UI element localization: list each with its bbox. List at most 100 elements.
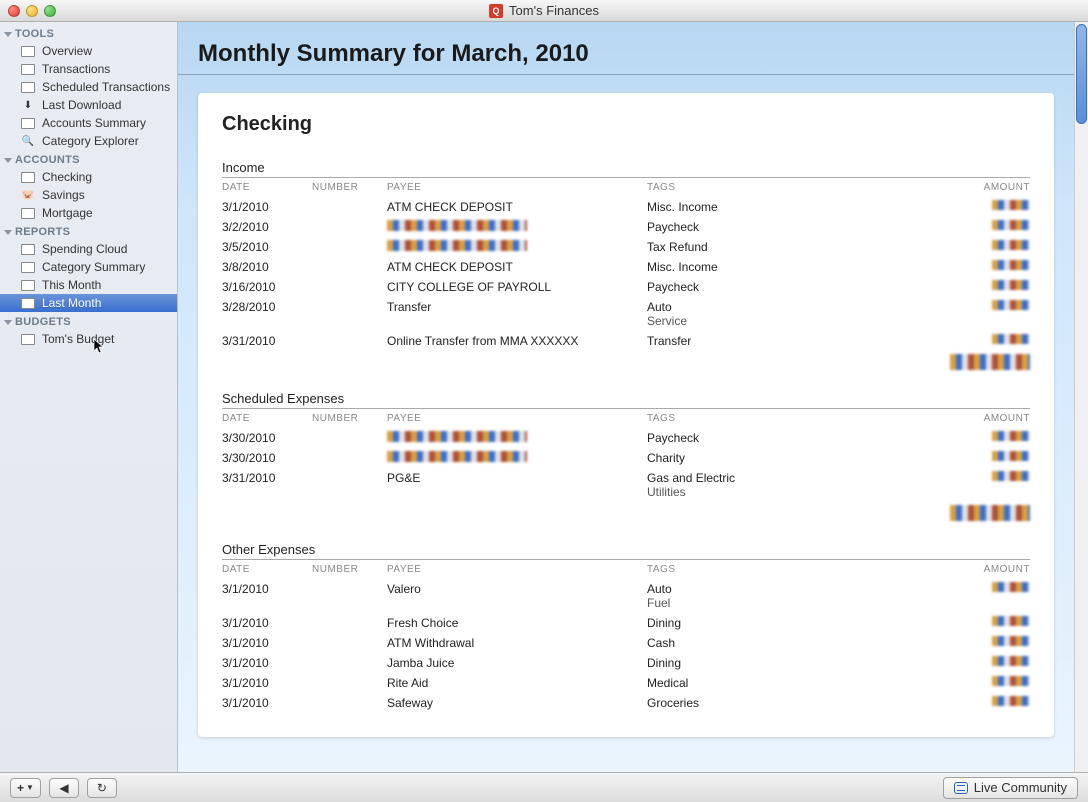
sidebar-item-mortgage[interactable]: Mortgage — [0, 204, 177, 222]
sidebar-item-category-explorer[interactable]: 🔍Category Explorer — [0, 132, 177, 150]
sidebar-item-overview[interactable]: Overview — [0, 42, 177, 60]
sidebar-section-header[interactable]: BUDGETS — [0, 312, 177, 330]
sidebar-item-label: Category Explorer — [42, 134, 139, 148]
sidebar-section-header[interactable]: ACCOUNTS — [0, 150, 177, 168]
checking-icon — [20, 170, 36, 184]
back-icon: ◀ — [59, 781, 68, 795]
scrollbar-thumb[interactable] — [1076, 24, 1087, 124]
column-header-payee: PAYEE — [387, 560, 647, 579]
sidebar-item-spending-cloud[interactable]: Spending Cloud — [0, 240, 177, 258]
table-row[interactable]: 3/8/2010ATM CHECK DEPOSITMisc. Income — [222, 257, 1030, 277]
cell-tags: Dining — [647, 653, 940, 673]
table-row[interactable]: 3/28/2010TransferAutoService — [222, 297, 1030, 331]
cell-payee: Fresh Choice — [387, 613, 647, 633]
column-header-amount: AMOUNT — [940, 178, 1030, 197]
sidebar-item-label: Overview — [42, 44, 92, 58]
sidebar-item-category-summary[interactable]: Category Summary — [0, 258, 177, 276]
table-row[interactable]: 3/1/2010ValeroAutoFuel — [222, 579, 1030, 613]
sidebar-section-header[interactable]: TOOLS — [0, 24, 177, 42]
cell-tags: Tax Refund — [647, 237, 940, 257]
live-community-label: Live Community — [974, 780, 1067, 795]
table-row[interactable]: 3/1/2010Rite AidMedical — [222, 673, 1030, 693]
table-row[interactable]: 3/16/2010CITY COLLEGE OF PAYROLLPaycheck — [222, 277, 1030, 297]
column-header-tags: TAGS — [647, 178, 940, 197]
tag-value: Misc. Income — [647, 200, 940, 214]
cell-amount — [940, 277, 1030, 297]
scrollbar-track[interactable] — [1074, 22, 1088, 772]
sidebar-item-accounts-summary[interactable]: Accounts Summary — [0, 114, 177, 132]
cell-payee — [387, 217, 647, 237]
sidebar-item-last-month[interactable]: Last Month — [0, 294, 177, 312]
sidebar-section-label: BUDGETS — [15, 316, 71, 328]
sidebar-item-label: Last Month — [42, 296, 101, 310]
cell-date: 3/16/2010 — [222, 277, 312, 297]
cell-date: 3/30/2010 — [222, 448, 312, 468]
column-header-tags: TAGS — [647, 409, 940, 428]
tag-value: Paycheck — [647, 431, 940, 445]
obscured-value — [992, 334, 1030, 344]
sidebar-section-header[interactable]: REPORTS — [0, 222, 177, 240]
cell-tags: Groceries — [647, 693, 940, 713]
cell-number — [312, 297, 387, 331]
cell-date: 3/1/2010 — [222, 653, 312, 673]
refresh-button[interactable]: ↻ — [87, 778, 117, 798]
back-button[interactable]: ◀ — [49, 778, 79, 798]
summary-icon — [20, 116, 36, 130]
sidebar-item-label: Last Download — [42, 98, 121, 112]
tag-value: Medical — [647, 676, 940, 690]
add-button[interactable]: + ▼ — [10, 778, 41, 798]
cell-payee: ATM CHECK DEPOSIT — [387, 197, 647, 217]
table-row[interactable]: 3/31/2010PG&EGas and ElectricUtilities — [222, 468, 1030, 502]
cell-date: 3/30/2010 — [222, 428, 312, 448]
sidebar-item-savings[interactable]: 🐷Savings — [0, 186, 177, 204]
table-row[interactable]: 3/2/2010Paycheck — [222, 217, 1030, 237]
tag-value: Utilities — [647, 485, 940, 499]
sidebar-item-tom-s-budget[interactable]: Tom's Budget — [0, 330, 177, 348]
close-button[interactable] — [8, 5, 20, 17]
tag-value: Cash — [647, 636, 940, 650]
report-icon — [20, 296, 36, 310]
cell-payee — [387, 237, 647, 257]
sidebar-item-label: Transactions — [42, 62, 110, 76]
cell-number — [312, 197, 387, 217]
sidebar-item-checking[interactable]: Checking — [0, 168, 177, 186]
sidebar-item-this-month[interactable]: This Month — [0, 276, 177, 294]
cell-number — [312, 613, 387, 633]
table-row[interactable]: 3/30/2010Charity — [222, 448, 1030, 468]
obscured-value — [387, 451, 527, 462]
sidebar-item-label: Savings — [42, 188, 85, 202]
cell-tags: Dining — [647, 613, 940, 633]
cell-date: 3/5/2010 — [222, 237, 312, 257]
cell-number — [312, 653, 387, 673]
cell-payee: Valero — [387, 579, 647, 613]
section-title: Scheduled Expenses — [222, 391, 1030, 409]
sidebar-item-last-download[interactable]: ⬇Last Download — [0, 96, 177, 114]
minimize-button[interactable] — [26, 5, 38, 17]
cell-number — [312, 277, 387, 297]
cell-tags: Cash — [647, 633, 940, 653]
sidebar-item-label: Category Summary — [42, 260, 145, 274]
disclosure-triangle-icon — [4, 32, 12, 37]
table-row[interactable]: 3/30/2010 Paycheck — [222, 428, 1030, 448]
column-header-date: DATE — [222, 560, 312, 579]
table-row[interactable]: 3/1/2010ATM WithdrawalCash — [222, 633, 1030, 653]
table-row[interactable]: 3/1/2010ATM CHECK DEPOSITMisc. Income — [222, 197, 1030, 217]
zoom-button[interactable] — [44, 5, 56, 17]
table-row[interactable]: 3/31/2010Online Transfer from MMA XXXXXX… — [222, 331, 1030, 351]
transactions-icon — [20, 62, 36, 76]
obscured-value — [992, 451, 1030, 461]
table-row[interactable]: 3/1/2010Jamba JuiceDining — [222, 653, 1030, 673]
section-title: Income — [222, 160, 1030, 178]
table-row[interactable]: 3/1/2010SafewayGroceries — [222, 693, 1030, 713]
sidebar-item-scheduled-transactions[interactable]: Scheduled Transactions — [0, 78, 177, 96]
table-row[interactable]: 3/1/2010Fresh ChoiceDining — [222, 613, 1030, 633]
sidebar-item-transactions[interactable]: Transactions — [0, 60, 177, 78]
tag-value: Paycheck — [647, 220, 940, 234]
transaction-table: DATENUMBERPAYEETAGSAMOUNT3/1/2010ATM CHE… — [222, 178, 1030, 373]
live-community-button[interactable]: Live Community — [943, 777, 1078, 799]
obscured-value — [992, 220, 1030, 230]
tag-value: Gas and Electric — [647, 471, 940, 485]
table-row[interactable]: 3/5/2010 Tax Refund — [222, 237, 1030, 257]
tag-value: Tax Refund — [647, 240, 940, 254]
obscured-value — [387, 431, 527, 442]
